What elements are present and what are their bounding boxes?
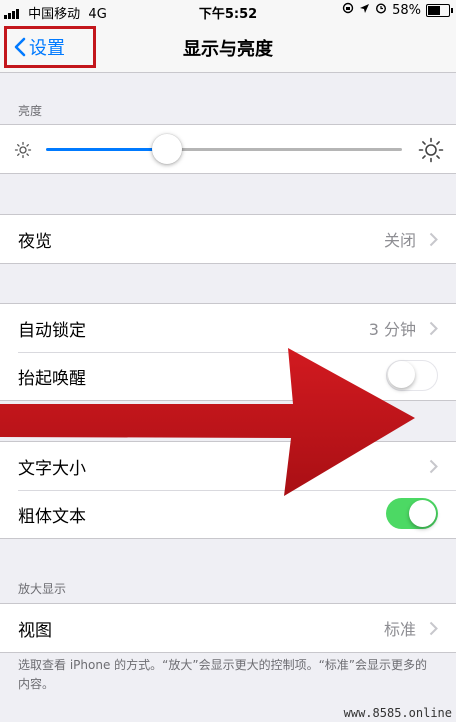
night-shift-group: 夜览 关闭	[0, 214, 456, 264]
orientation-lock-icon	[342, 2, 354, 18]
zoom-view-value: 标准	[383, 620, 416, 639]
status-bar: 中国移动 4G 下午5:52 58%	[0, 0, 456, 22]
chevron-right-icon	[429, 621, 438, 636]
zoom-header: 放大显示	[18, 582, 67, 596]
zoom-view-row[interactable]: 视图 标准	[0, 604, 456, 652]
toggle-knob	[409, 500, 436, 527]
chevron-right-icon	[429, 232, 438, 247]
watermark: www.8585.online	[343, 706, 452, 720]
location-icon	[359, 3, 370, 18]
brightness-track-empty[interactable]	[167, 148, 402, 151]
brightness-group	[0, 124, 456, 174]
sun-small-icon	[14, 141, 32, 159]
zoom-footer-note: 选取查看 iPhone 的方式。“放大”会显示更大的控制项。“标准”会显示更多的…	[18, 658, 428, 691]
brightness-slider-thumb[interactable]	[152, 134, 183, 164]
night-shift-label: 夜览	[18, 231, 52, 252]
night-shift-value: 关闭	[383, 231, 416, 250]
bold-text-toggle[interactable]	[386, 498, 438, 529]
night-shift-row[interactable]: 夜览 关闭	[0, 215, 456, 263]
auto-lock-label: 自动锁定	[18, 320, 86, 341]
bold-text-label: 粗体文本	[18, 506, 86, 527]
brightness-header: 亮度	[18, 104, 43, 118]
sun-large-icon	[418, 137, 444, 163]
alarm-icon	[375, 2, 387, 18]
auto-lock-value: 3 分钟	[368, 320, 416, 339]
brightness-slider-row	[0, 125, 456, 173]
annotation-arrow	[0, 348, 415, 496]
battery-icon	[426, 3, 453, 17]
navigation-bar: 设置 显示与亮度	[0, 22, 456, 73]
brightness-track-filled[interactable]	[46, 148, 168, 151]
status-right: 58%	[342, 2, 453, 18]
zoom-group: 视图 标准	[0, 603, 456, 653]
page-title: 显示与亮度	[183, 39, 273, 60]
chevron-right-icon	[429, 321, 438, 336]
zoom-view-label: 视图	[18, 620, 52, 641]
battery-percent: 58%	[392, 2, 421, 18]
